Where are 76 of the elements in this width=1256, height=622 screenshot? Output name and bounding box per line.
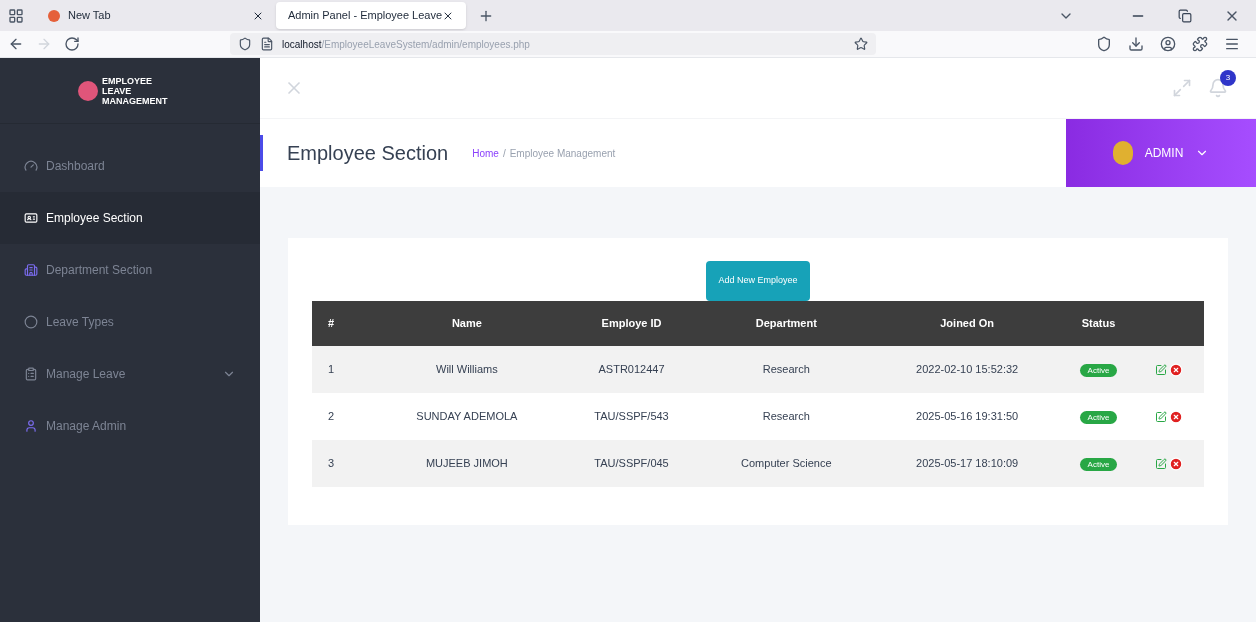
back-icon[interactable]	[8, 36, 24, 52]
edit-icon[interactable]	[1155, 410, 1167, 423]
column-header: Department	[701, 301, 872, 346]
user-icon	[24, 419, 38, 433]
sidebar-item[interactable]: Department Section	[0, 244, 260, 296]
bell-icon[interactable]	[1208, 78, 1228, 98]
status-badge: Active	[1079, 411, 1118, 425]
user-menu[interactable]: ADMIN	[1066, 119, 1256, 187]
tab-title: New Tab	[68, 8, 112, 24]
sidebar-label: Dashboard	[46, 158, 106, 175]
table-cell: 2025-05-16 19:31:50	[871, 393, 1063, 440]
tab-title: Admin Panel - Employee Leave	[288, 8, 443, 24]
sidebar-item[interactable]: Employee Section	[0, 192, 260, 244]
table-cell: SUNDAY ADEMOLA	[372, 393, 562, 440]
add-employee-button[interactable]: Add New Employee	[706, 261, 810, 301]
column-header: Joined On	[871, 301, 1063, 346]
delete-icon[interactable]	[1169, 362, 1183, 377]
table-cell: 2025-05-17 18:10:09	[871, 440, 1063, 487]
sidebar-label: Manage Admin	[46, 418, 128, 435]
sidebar-label: Leave Types	[46, 314, 115, 331]
user-name: ADMIN	[1144, 145, 1184, 162]
delete-icon[interactable]	[1169, 409, 1183, 424]
breadcrumb-link[interactable]: Home	[472, 145, 499, 161]
logo-text: EMPLOYEE LEAVE MANAGEMENT	[102, 75, 169, 106]
sidebar-label: Manage Leave	[46, 366, 127, 383]
table-cell: TAU/SSPF/045	[561, 440, 702, 487]
browser-tab[interactable]: Admin Panel - Employee Leave	[276, 2, 466, 29]
edit-icon[interactable]	[1155, 457, 1167, 470]
sidebar-item[interactable]: Leave Types	[0, 296, 260, 348]
table-cell: Research	[701, 346, 872, 393]
table-cell: Research	[701, 393, 872, 440]
browser-tab[interactable]: New Tab	[36, 2, 276, 29]
gauge-icon	[24, 159, 38, 173]
table-cell: 1	[312, 346, 372, 393]
page-icon	[260, 37, 274, 51]
logo-icon	[78, 80, 98, 101]
sidebar-label: Employee Section	[46, 210, 144, 227]
notification-badge: 3	[1220, 70, 1236, 86]
breadcrumb-current: Employee Management	[509, 146, 616, 161]
sidebar-item[interactable]: Dashboard	[0, 140, 260, 192]
table-cell: TAU/SSPF/543	[561, 393, 702, 440]
column-header: Name	[372, 301, 562, 346]
column-header: #	[312, 301, 372, 346]
tab-overview-icon[interactable]	[8, 7, 24, 24]
table-cell: 2	[312, 393, 372, 440]
sidebar-label: Department Section	[46, 262, 154, 279]
status-badge: Active	[1079, 364, 1118, 378]
bookmark-star-icon[interactable]	[854, 37, 868, 51]
column-header: Employe ID	[561, 301, 702, 346]
breadcrumb-separator: /	[502, 146, 506, 161]
sidebar-item[interactable]: Manage Admin	[0, 400, 260, 452]
account-icon[interactable]	[1160, 36, 1176, 52]
sidebar-item[interactable]: Manage Leave	[0, 348, 260, 400]
edit-icon[interactable]	[1155, 363, 1167, 376]
status-badge: Active	[1079, 458, 1118, 472]
table-cell: ASTR012447	[561, 346, 702, 393]
delete-icon[interactable]	[1169, 456, 1183, 471]
extensions-icon[interactable]	[1192, 36, 1208, 52]
table-cell: 2022-02-10 15:52:32	[871, 346, 1063, 393]
clipboard-icon	[24, 367, 38, 381]
id-card-icon	[24, 211, 38, 225]
table-cell: MUJEEB JIMOH	[372, 440, 562, 487]
building-icon	[24, 263, 38, 277]
table-cell: 3	[312, 440, 372, 487]
shield-icon	[238, 37, 252, 51]
table-cell: Will Williams	[372, 346, 562, 393]
table-cell: Computer Science	[701, 440, 872, 487]
address-bar[interactable]: localhost/EmployeeLeaveSystem/admin/employees.php	[230, 33, 876, 55]
page-title: Employee Section	[287, 141, 449, 166]
download-icon[interactable]	[1128, 36, 1144, 52]
menu-icon[interactable]	[1224, 36, 1240, 52]
url-text: localhost/EmployeeLeaveSystem/admin/employees.php	[282, 37, 531, 52]
column-header: Status	[1063, 301, 1134, 346]
restore-icon[interactable]	[1178, 8, 1192, 23]
dot-icon	[24, 315, 38, 329]
reload-icon[interactable]	[64, 36, 80, 52]
